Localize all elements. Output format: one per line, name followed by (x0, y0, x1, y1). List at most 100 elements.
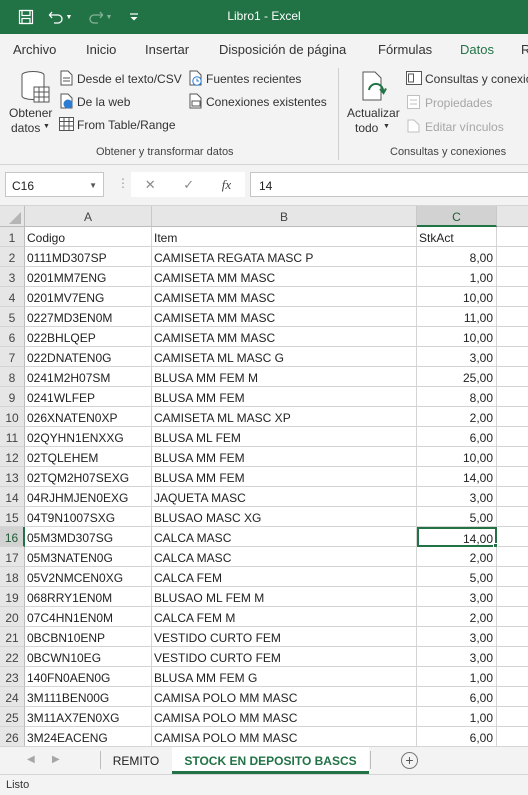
row-header[interactable]: 10 (0, 407, 25, 427)
row-header[interactable]: 22 (0, 647, 25, 667)
cell-codigo[interactable]: 02QYHN1ENXXG (25, 427, 152, 447)
cell-empty[interactable] (497, 547, 528, 567)
row-header[interactable]: 25 (0, 707, 25, 727)
cell-empty[interactable] (497, 227, 528, 247)
cell-stkact[interactable]: 6,00 (417, 727, 497, 746)
cell-item[interactable]: CAMISETA MM MASC (152, 307, 417, 327)
cell-stkact[interactable]: 5,00 (417, 567, 497, 587)
scroll-right-icon[interactable]: ▶ (52, 754, 60, 765)
tab-r-truncated[interactable]: R (521, 42, 528, 57)
cell-empty[interactable] (497, 267, 528, 287)
cell-codigo[interactable]: 04RJHMJEN0EXG (25, 487, 152, 507)
cell-codigo[interactable]: 02TQM2H07SEXG (25, 467, 152, 487)
cell-empty[interactable] (497, 287, 528, 307)
row-header[interactable]: 4 (0, 287, 25, 307)
cell-stkact[interactable]: 3,00 (417, 647, 497, 667)
cell-codigo[interactable]: Codigo (25, 227, 152, 247)
cell-item[interactable]: JAQUETA MASC (152, 487, 417, 507)
cell-codigo[interactable]: 3M11AX7EN0XG (25, 707, 152, 727)
column-header-b[interactable]: B (152, 206, 417, 227)
cell-stkact[interactable]: 5,00 (417, 507, 497, 527)
row-header[interactable]: 26 (0, 727, 25, 746)
cell-empty[interactable] (497, 347, 528, 367)
cell-stkact[interactable]: 3,00 (417, 627, 497, 647)
cell-item[interactable]: CAMISETA MM MASC (152, 287, 417, 307)
cell-empty[interactable] (497, 587, 528, 607)
active-cell[interactable]: 14,00 (417, 527, 497, 547)
select-all-corner[interactable] (0, 206, 25, 227)
cell-empty[interactable] (497, 327, 528, 347)
cell-codigo[interactable]: 04T9N1007SXG (25, 507, 152, 527)
refresh-all-button[interactable]: Actualizar todo ▼ (343, 68, 405, 142)
cell-codigo[interactable]: 3M111BEN00G (25, 687, 152, 707)
row-header[interactable]: 9 (0, 387, 25, 407)
cell-item[interactable]: BLUSA MM FEM (152, 447, 417, 467)
enter-icon[interactable]: ✓ (183, 177, 194, 193)
cell-item[interactable]: CAMISA POLO MM MASC (152, 687, 417, 707)
row-header[interactable]: 19 (0, 587, 25, 607)
row-header[interactable]: 17 (0, 547, 25, 567)
cell-codigo[interactable]: 140FN0AEN0G (25, 667, 152, 687)
cell-item[interactable]: BLUSA MM FEM G (152, 667, 417, 687)
row-header[interactable]: 20 (0, 607, 25, 627)
cell-item[interactable]: CALCA MASC (152, 547, 417, 567)
tab-datos[interactable]: Datos (458, 42, 496, 66)
from-text-csv-button[interactable]: Desde el texto/CSV (58, 70, 183, 88)
more-options-icon[interactable]: ⋮ (117, 176, 129, 190)
worksheet-grid[interactable]: A B C 1 Codigo Item StkAct 2 0111MD307SP CAMIS… (0, 206, 528, 746)
cell-item[interactable]: CAMISA POLO MM MASC (152, 727, 417, 746)
cell-codigo[interactable]: 026XNATEN0XP (25, 407, 152, 427)
cell-item[interactable]: CALCA FEM (152, 567, 417, 587)
cell-item[interactable]: BLUSA MM FEM M (152, 367, 417, 387)
row-header[interactable]: 15 (0, 507, 25, 527)
cell-codigo[interactable]: 0201MV7ENG (25, 287, 152, 307)
row-header[interactable]: 23 (0, 667, 25, 687)
row-header[interactable]: 6 (0, 327, 25, 347)
tab-archivo[interactable]: Archivo (13, 42, 56, 57)
cell-stkact[interactable]: 8,00 (417, 387, 497, 407)
cell-item[interactable]: CALCA FEM M (152, 607, 417, 627)
cell-stkact[interactable]: 2,00 (417, 607, 497, 627)
cell-item[interactable]: BLUSAO MASC XG (152, 507, 417, 527)
cell-stkact[interactable]: 3,00 (417, 487, 497, 507)
tab-inicio[interactable]: Inicio (86, 42, 116, 57)
cell-stkact[interactable]: 25,00 (417, 367, 497, 387)
cell-item[interactable]: BLUSA ML FEM (152, 427, 417, 447)
scroll-left-icon[interactable]: ◀ (27, 754, 35, 765)
cell-empty[interactable] (497, 387, 528, 407)
sheet-tab-stock-en-deposito[interactable]: STOCK EN DEPOSITO BASCS (172, 747, 369, 774)
cell-codigo[interactable]: 0241WLFEP (25, 387, 152, 407)
cell-empty[interactable] (497, 627, 528, 647)
cell-stkact[interactable]: 6,00 (417, 687, 497, 707)
cell-codigo[interactable]: 0227MD3EN0M (25, 307, 152, 327)
row-header[interactable]: 21 (0, 627, 25, 647)
cell-stkact[interactable]: 11,00 (417, 307, 497, 327)
cell-codigo[interactable]: 0201MM7ENG (25, 267, 152, 287)
cell-item[interactable]: BLUSA MM FEM (152, 467, 417, 487)
cell-stkact[interactable]: 3,00 (417, 347, 497, 367)
cell-item[interactable]: Item (152, 227, 417, 247)
cell-codigo[interactable]: 05M3NATEN0G (25, 547, 152, 567)
tab-formulas[interactable]: Fórmulas (378, 42, 432, 57)
cell-empty[interactable] (497, 367, 528, 387)
row-header[interactable]: 14 (0, 487, 25, 507)
cell-empty[interactable] (497, 647, 528, 667)
cell-empty[interactable] (497, 527, 528, 547)
cell-stkact[interactable]: 2,00 (417, 407, 497, 427)
cancel-icon[interactable]: ✕ (145, 177, 156, 193)
from-table-range-button[interactable]: From Table/Range (58, 116, 183, 134)
recent-sources-button[interactable]: Fuentes recientes (187, 70, 327, 88)
add-sheet-icon[interactable]: + (401, 752, 418, 769)
column-header-c[interactable]: C (417, 206, 497, 227)
cell-stkact[interactable]: 14,00 (417, 467, 497, 487)
cell-stkact[interactable]: 8,00 (417, 247, 497, 267)
cell-codigo[interactable]: 022BHLQEP (25, 327, 152, 347)
queries-connections-button[interactable]: Consultas y conexiones (405, 70, 528, 88)
cell-stkact[interactable]: 10,00 (417, 287, 497, 307)
from-web-button[interactable]: De la web (58, 93, 183, 111)
name-box[interactable]: C16 ▼ (5, 172, 104, 197)
cell-empty[interactable] (497, 667, 528, 687)
cell-stkact[interactable]: 6,00 (417, 427, 497, 447)
cell-item[interactable]: BLUSA MM FEM (152, 387, 417, 407)
cell-stkact[interactable]: 1,00 (417, 267, 497, 287)
